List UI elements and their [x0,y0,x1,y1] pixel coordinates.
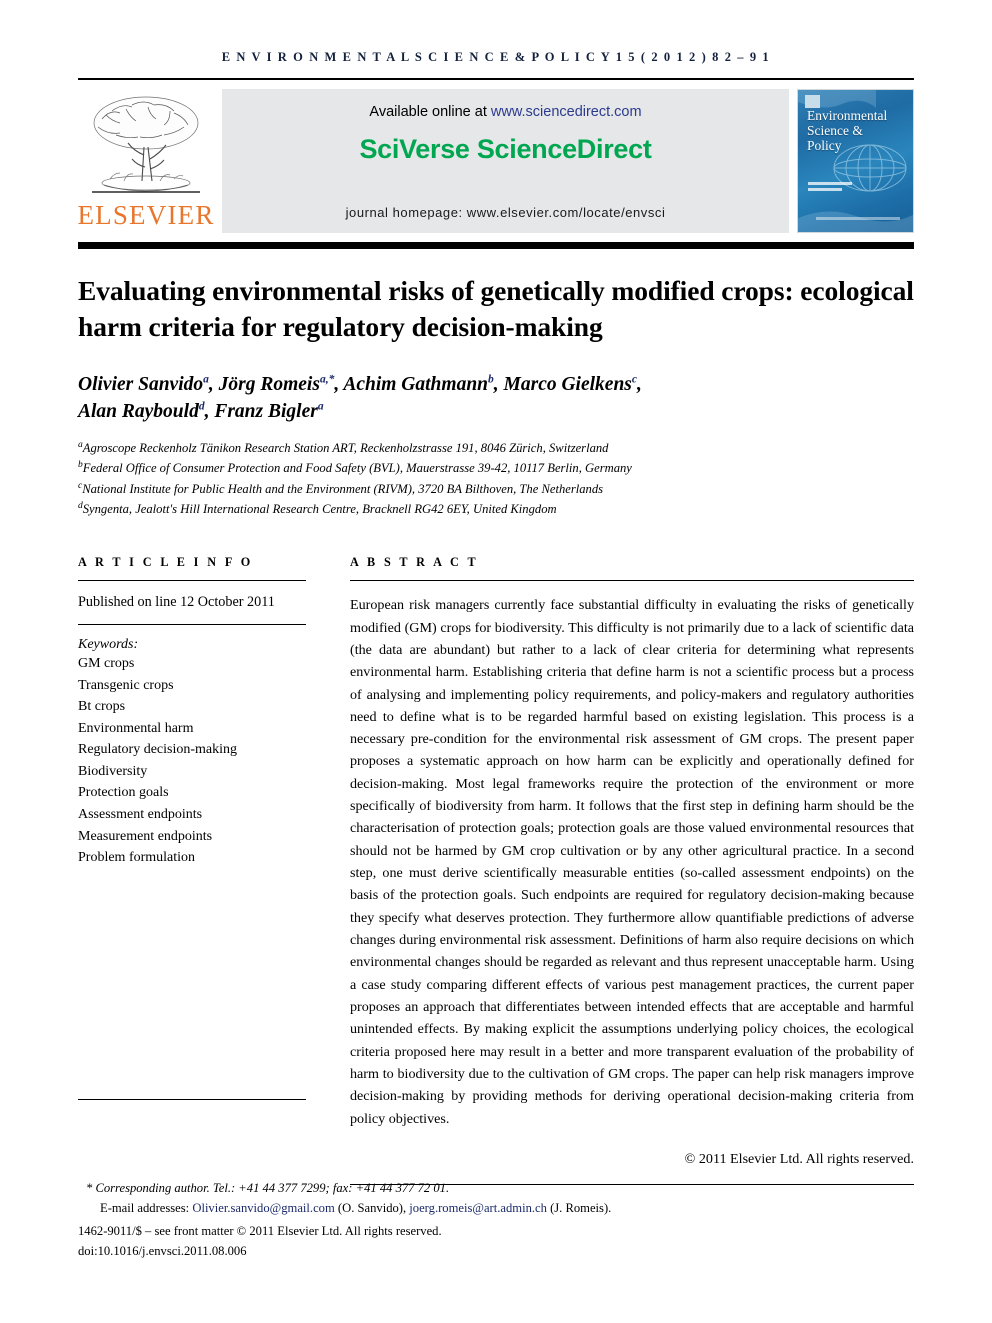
publication-date: Published on line 12 October 2011 [78,594,275,611]
abstract-rule [350,580,914,582]
affiliation-item: dSyngenta, Jealott's Hill International … [78,499,914,519]
author-list: Olivier Sanvido a , Jörg Romeisa,*, Achim … [78,371,914,426]
sciverse-sciencedirect-logo: SciVerse ScienceDirect [359,134,652,164]
abstract-heading: A B S T R A C T [350,555,479,570]
corresponding-author-note: * Corresponding author. Tel.: +41 44 377… [86,1181,450,1195]
article-info-column: A R T I C L E I N F O Published on line … [78,555,306,1185]
header-rule [78,78,914,80]
sciencedirect-banner: Available online at www.sciencedirect.co… [222,89,789,233]
issn-front-matter-line: 1462-9011/$ – see front matter © 2011 El… [78,1223,442,1238]
sciencedirect-url[interactable]: www.sciencedirect.com [491,104,642,120]
keyword-item: Assessment endpoints [78,807,203,823]
article-info-rule [78,580,306,582]
email-owner-sanvido: (O. Sanvido), [337,1201,407,1216]
abstract-column: A B S T R A C T European risk managers c… [350,555,914,1186]
keyword-item: Measurement endpoints [78,828,213,844]
affiliation-text: Federal Office of Consumer Protection an… [82,461,632,476]
elsevier-tree-icon [92,96,200,193]
article-info-heading: A R T I C L E I N F O [78,555,254,570]
affiliation-list: aAgroscope Reckenholz Tänikon Research S… [78,438,914,519]
author-separator: , [637,373,642,395]
cover-editor-line-1 [808,182,852,185]
article-page: E N V I R O N M E N T A L S C I E N C E … [0,0,992,1323]
author-name: Olivier Sanvido [78,373,204,395]
keywords-rule [78,624,306,626]
available-online-label: Available online at [369,104,487,120]
keyword-item: Transgenic crops [78,677,174,693]
article-info-bottom-rule [78,1098,306,1100]
keyword-item: Protection goals [78,785,169,801]
cover-title: Environmental Science & Policy [807,108,887,153]
doi-line[interactable]: doi:10.1016/j.envsci.2011.08.006 [78,1241,914,1261]
journal-homepage-line[interactable]: journal homepage: www.elsevier.com/locat… [222,205,789,220]
affiliation-item: bFederal Office of Consumer Protection a… [78,458,914,478]
abstract-body: European risk managers currently face su… [350,597,914,1127]
info-abstract-columns: A R T I C L E I N F O Published on line … [78,555,914,1186]
author-name: Alan Raybould [78,401,199,423]
abstract-copyright: © 2011 Elsevier Ltd. All rights reserved… [684,1151,914,1168]
author-affil-marker: a [317,400,324,413]
keyword-item: GM crops [78,656,135,672]
keyword-item: Biodiversity [78,763,148,779]
author-name: , Marco Gielkens [493,373,632,395]
keyword-item: Problem formulation [78,850,196,866]
keywords-label: Keywords: [78,637,139,653]
elsevier-wordmark: ELSEVIER [77,200,215,230]
author-name: , Achim Gathmann [334,373,489,395]
keyword-item: Bt crops [78,699,126,715]
author-affil-marker: a,* [319,373,335,385]
affiliation-item: aAgroscope Reckenholz Tänikon Research S… [78,438,914,458]
cover-footer-line [816,217,900,220]
elsevier-logo: ELSEVIER [77,89,215,230]
keyword-item: Environmental harm [78,720,194,736]
masthead: ELSEVIER Available online at www.science… [77,89,914,235]
affiliation-text: Agroscope Reckenholz Tänikon Research St… [82,441,609,456]
affiliation-text: National Institute for Public Health and… [82,481,604,496]
email-addresses-note: E-mail addresses: Olivier.sanvido@gmail.… [78,1198,914,1218]
author-name: , Franz Bigler [204,401,318,423]
journal-running-head: E N V I R O N M E N T A L S C I E N C E … [221,50,771,64]
affiliation-text: Syngenta, Jealott's Hill International R… [82,502,557,517]
page-title: Evaluating environmental risks of geneti… [78,275,914,342]
affiliation-item: cNational Institute for Public Health an… [78,479,914,499]
email-label: E-mail addresses: [100,1201,190,1216]
page-footnotes: * Corresponding author. Tel.: +41 44 377… [78,1178,914,1262]
author-name: , Jörg Romeis [208,373,320,395]
available-online-line: Available online at www.sciencedirect.co… [222,89,789,120]
keyword-item: Regulatory decision-making [78,742,238,758]
masthead-bottom-bar [78,242,914,249]
cover-editor-line-2 [808,188,842,191]
cover-title-line2: Science & [807,123,863,139]
email-link-sanvido[interactable]: Olivier.sanvido@gmail.com [192,1201,334,1215]
email-owner-romeis: (J. Romeis). [550,1201,612,1216]
journal-cover-thumbnail: Environmental Science & Policy [797,89,914,233]
page-content: E N V I R O N M E N T A L S C I E N C E … [77,0,914,1186]
column-gutter [306,555,350,1185]
email-link-romeis[interactable]: joerg.romeis@art.admin.ch [409,1201,547,1215]
cover-title-line3: Policy [807,138,842,154]
cover-title-line1: Environmental [807,108,888,123]
